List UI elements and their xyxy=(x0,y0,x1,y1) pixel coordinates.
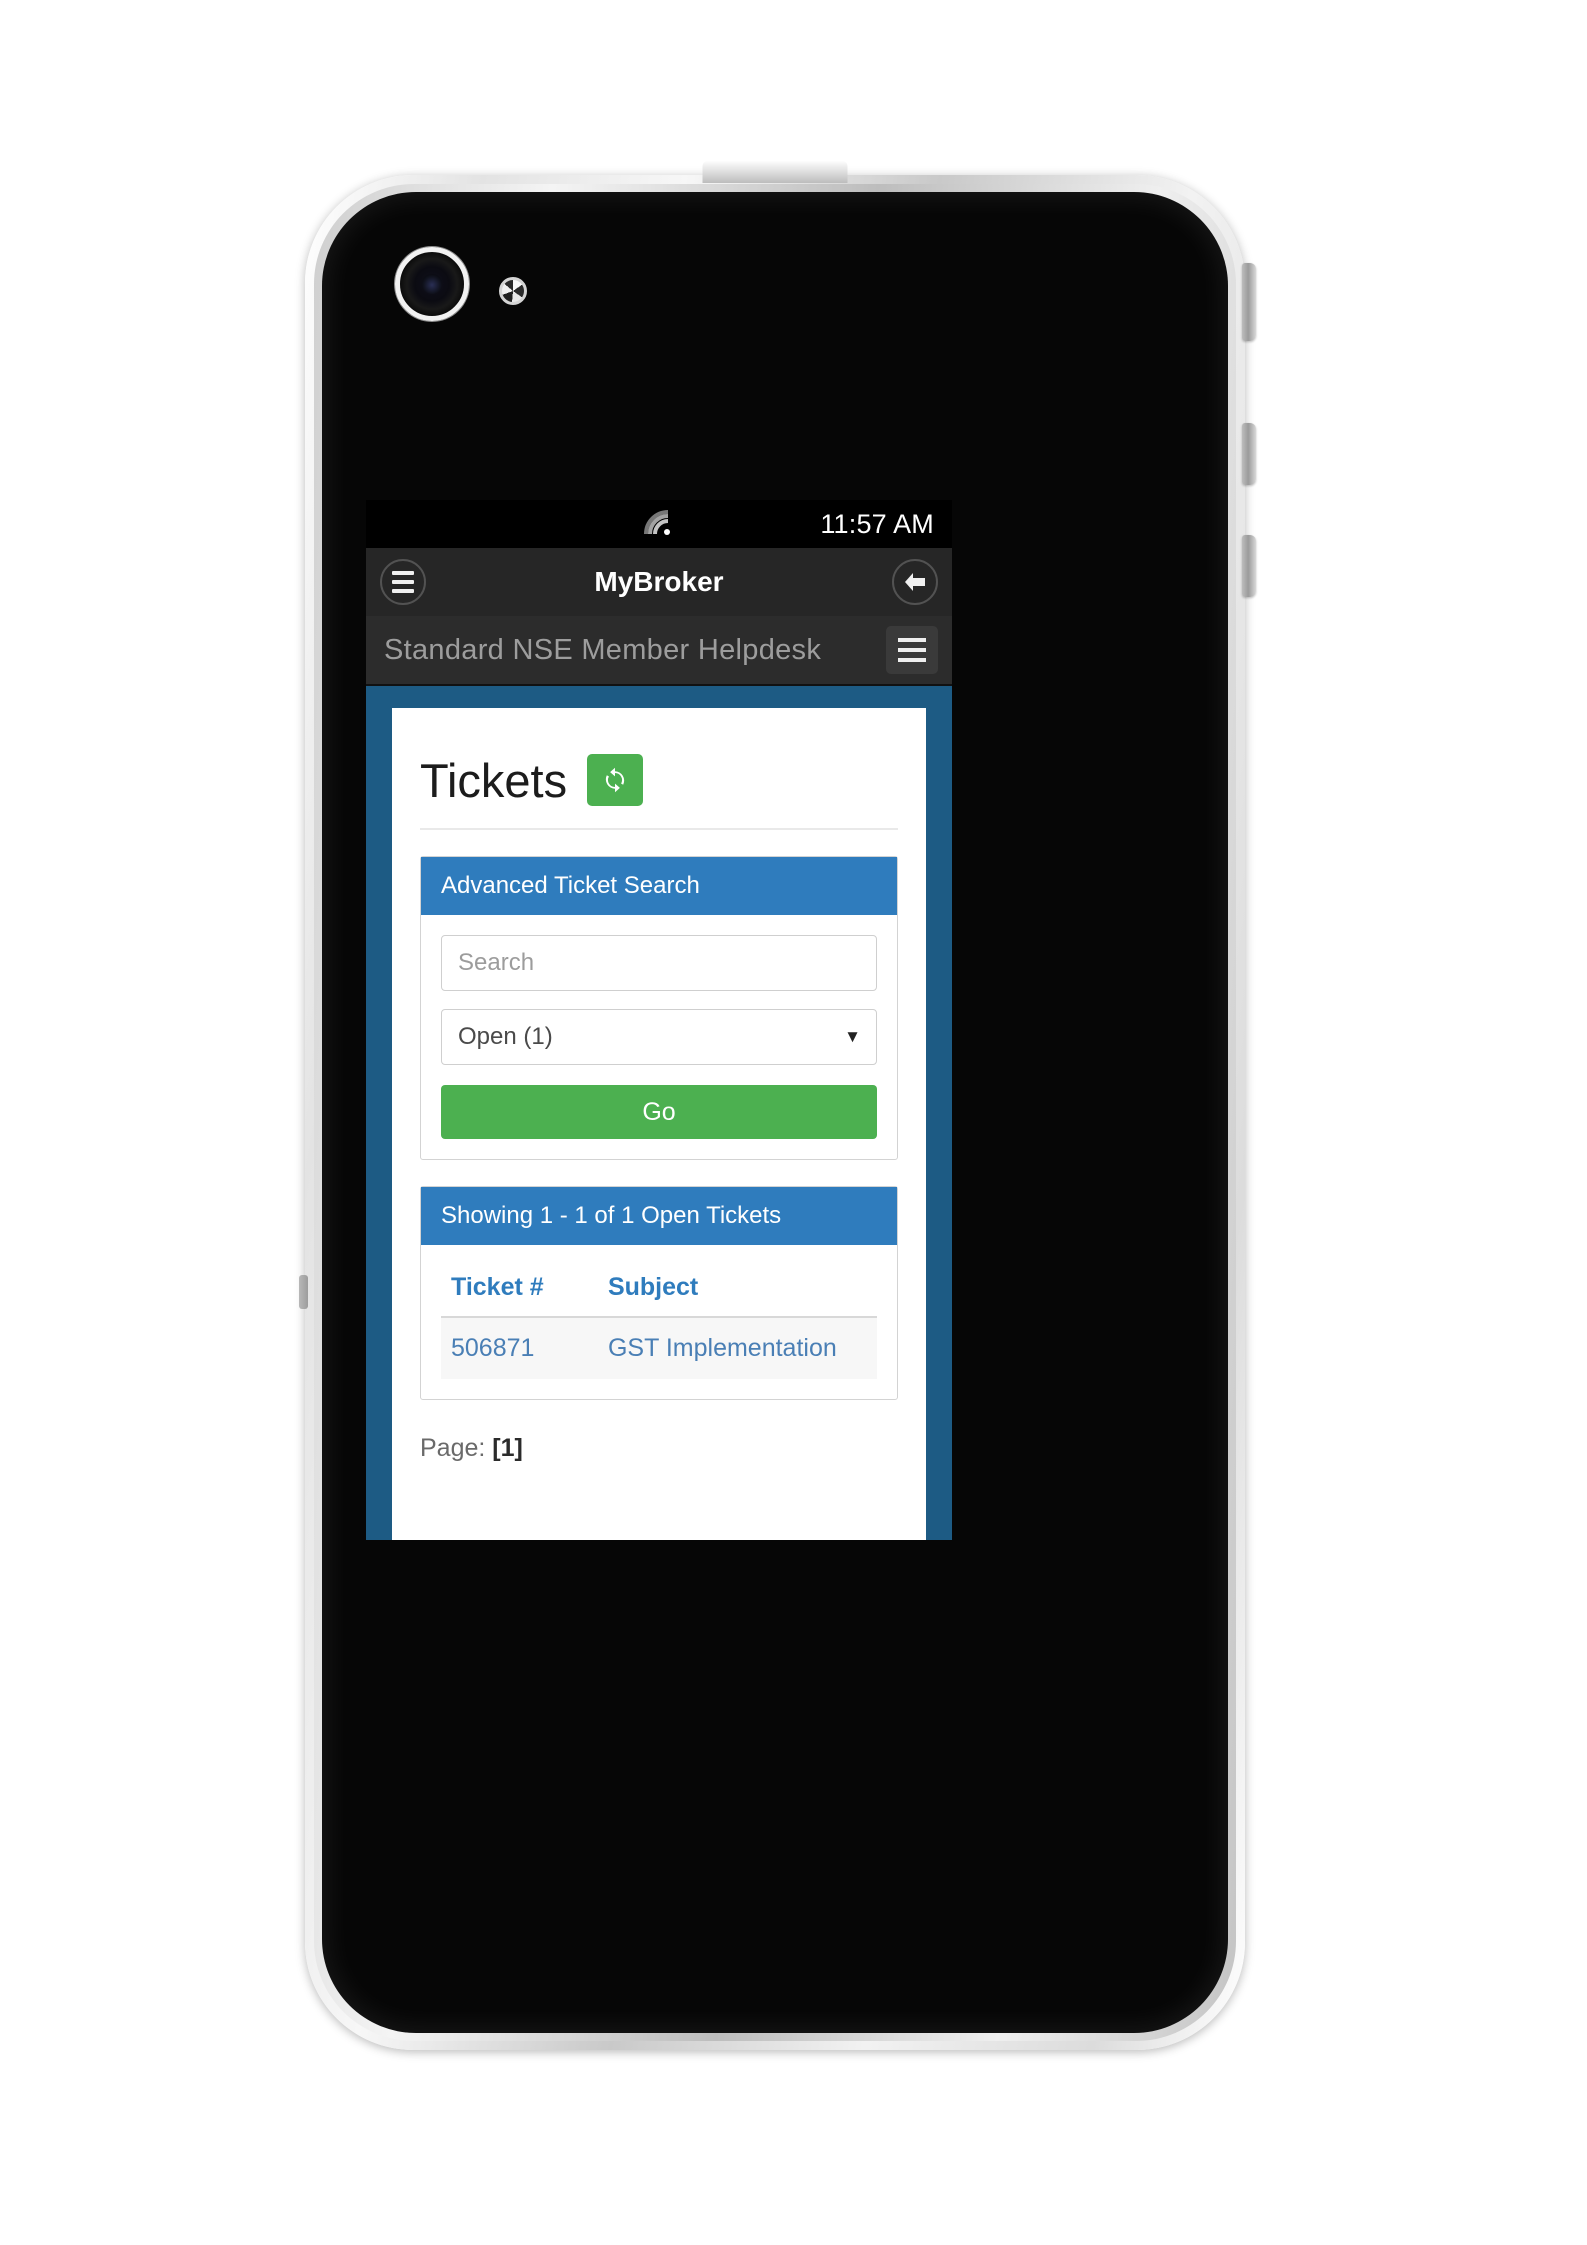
go-button[interactable]: Go xyxy=(441,1085,877,1139)
pagination: Page: [1] xyxy=(420,1434,898,1463)
page-title: Tickets xyxy=(420,753,568,807)
content-area: Tickets Advanced Ticket Search Search Op… xyxy=(366,686,952,1540)
menu-line xyxy=(392,571,414,575)
phone-volume-up-button[interactable] xyxy=(1242,263,1256,341)
hamburger-menu-icon[interactable] xyxy=(380,559,426,605)
status-select-wrapper: ▼ xyxy=(441,1009,877,1065)
camera-lens-icon xyxy=(395,247,469,321)
device-screen: 11:57 AM MyBroker Standard NSE Member He… xyxy=(366,500,952,1540)
phone-power-button[interactable] xyxy=(1242,535,1256,597)
phone-screen-glass: 11:57 AM MyBroker Standard NSE Member He… xyxy=(322,192,1228,2033)
toggle-line xyxy=(898,658,926,662)
navbar-toggle-icon[interactable] xyxy=(886,626,938,674)
phone-volume-down-button[interactable] xyxy=(1242,423,1256,485)
navbar-brand[interactable]: Standard NSE Member Helpdesk xyxy=(384,634,821,667)
phone-outer-frame: 11:57 AM MyBroker Standard NSE Member He… xyxy=(299,161,1256,2050)
wifi-icon xyxy=(642,508,676,541)
table-row[interactable]: 506871 GST Implementation xyxy=(441,1317,877,1379)
cell-subject[interactable]: GST Implementation xyxy=(597,1317,877,1379)
toggle-line xyxy=(898,648,926,652)
ticket-list-panel: Showing 1 - 1 of 1 Open Tickets Ticket #… xyxy=(420,1186,898,1400)
tickets-table: Ticket # Subject 506871 GST Implementati… xyxy=(441,1265,877,1379)
column-header-subject[interactable]: Subject xyxy=(597,1265,877,1318)
page-header: Tickets xyxy=(420,754,898,830)
toggle-line xyxy=(898,638,926,642)
phone-left-notch xyxy=(299,1275,308,1309)
ticket-list-heading: Showing 1 - 1 of 1 Open Tickets xyxy=(421,1187,897,1245)
menu-line xyxy=(392,580,414,584)
advanced-search-panel: Advanced Ticket Search ▼ Go xyxy=(420,856,898,1160)
advanced-search-body: ▼ Go xyxy=(421,915,897,1159)
table-header-row: Ticket # Subject xyxy=(441,1265,877,1318)
back-arrow-icon[interactable] xyxy=(892,559,938,605)
tickets-table-head: Ticket # Subject xyxy=(441,1265,877,1318)
phone-top-tab xyxy=(702,161,848,183)
app-title-bar: MyBroker xyxy=(366,548,952,616)
status-bar: 11:57 AM xyxy=(366,500,952,548)
menu-line xyxy=(392,589,414,593)
ticket-number-link[interactable]: 506871 xyxy=(451,1334,534,1362)
status-time: 11:57 AM xyxy=(820,508,934,539)
search-input[interactable] xyxy=(441,935,877,991)
pagination-current-page[interactable]: [1] xyxy=(492,1434,523,1462)
refresh-icon[interactable] xyxy=(587,754,644,806)
app-title: MyBroker xyxy=(594,566,724,597)
helpdesk-navbar: Standard NSE Member Helpdesk xyxy=(366,616,952,686)
cell-ticket-number[interactable]: 506871 xyxy=(441,1317,598,1379)
ticket-list-body: Ticket # Subject 506871 GST Implementati… xyxy=(421,1245,897,1399)
content-card: Tickets Advanced Ticket Search Search Op… xyxy=(392,708,926,1540)
pagination-label: Page: xyxy=(420,1434,486,1462)
status-select[interactable] xyxy=(441,1009,877,1065)
phone-mockup: 11:57 AM MyBroker Standard NSE Member He… xyxy=(299,161,1256,2050)
tickets-table-body: 506871 GST Implementation xyxy=(441,1317,877,1379)
camera-flash-icon xyxy=(499,277,527,305)
advanced-search-heading: Advanced Ticket Search xyxy=(421,857,897,915)
column-header-ticket[interactable]: Ticket # xyxy=(441,1265,598,1318)
ticket-subject-link[interactable]: GST Implementation xyxy=(608,1334,837,1362)
